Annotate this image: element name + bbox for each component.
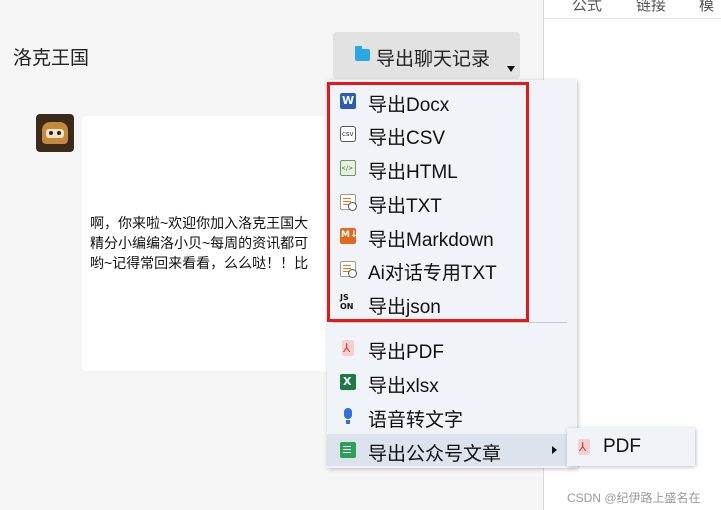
highlight-annotation-box xyxy=(327,82,529,322)
tab-link[interactable]: 链接 xyxy=(636,0,666,15)
menu-item-label: 导出PDF xyxy=(368,342,445,363)
submenu-item-pdf[interactable]: PDF xyxy=(567,431,695,463)
export-chat-button-label: 导出聊天记录 xyxy=(376,49,491,70)
avatar[interactable] xyxy=(36,114,74,152)
menu-item-export-article[interactable]: 导出公众号文章 xyxy=(327,434,577,466)
menu-item-label: 导出xlsx xyxy=(368,376,439,397)
folder-icon xyxy=(355,46,370,61)
chat-title: 洛克王国 xyxy=(13,48,90,69)
menu-item-export-pdf[interactable]: 导出PDF xyxy=(327,332,577,364)
menu-item-label: 导出公众号文章 xyxy=(368,444,502,465)
pdf-icon xyxy=(576,439,592,455)
message-bubble: 啊，你来啦~欢迎你加入洛克王国大 精分小编编洛小贝~每周的资讯都可 哟~记得常回… xyxy=(82,116,343,371)
tab-formula[interactable]: 公式 xyxy=(572,0,602,15)
submenu-item-label: PDF xyxy=(603,436,641,457)
message-text: 啊，你来啦~欢迎你加入洛克王国大 精分小编编洛小贝~每周的资讯都可 哟~记得常回… xyxy=(90,215,309,271)
article-submenu: PDF xyxy=(567,428,695,466)
menu-item-speech-to-text[interactable]: 语音转文字 xyxy=(327,400,577,432)
microphone-icon xyxy=(340,408,356,424)
pdf-icon xyxy=(340,340,356,356)
dropdown-caret-icon xyxy=(507,66,515,72)
article-icon xyxy=(340,442,356,458)
export-chat-button[interactable]: 导出聊天记录 xyxy=(333,32,520,79)
menu-item-label: 语音转文字 xyxy=(368,410,464,431)
tab-template[interactable]: 模 xyxy=(699,0,714,15)
tab-bar: 公式 链接 模 xyxy=(544,0,721,19)
menu-divider xyxy=(333,322,567,323)
excel-xlsx-icon xyxy=(340,374,356,390)
watermark: CSDN @纪伊路上盛名在 xyxy=(567,491,701,505)
submenu-arrow-icon xyxy=(552,446,557,454)
menu-item-export-xlsx[interactable]: 导出xlsx xyxy=(327,366,577,398)
